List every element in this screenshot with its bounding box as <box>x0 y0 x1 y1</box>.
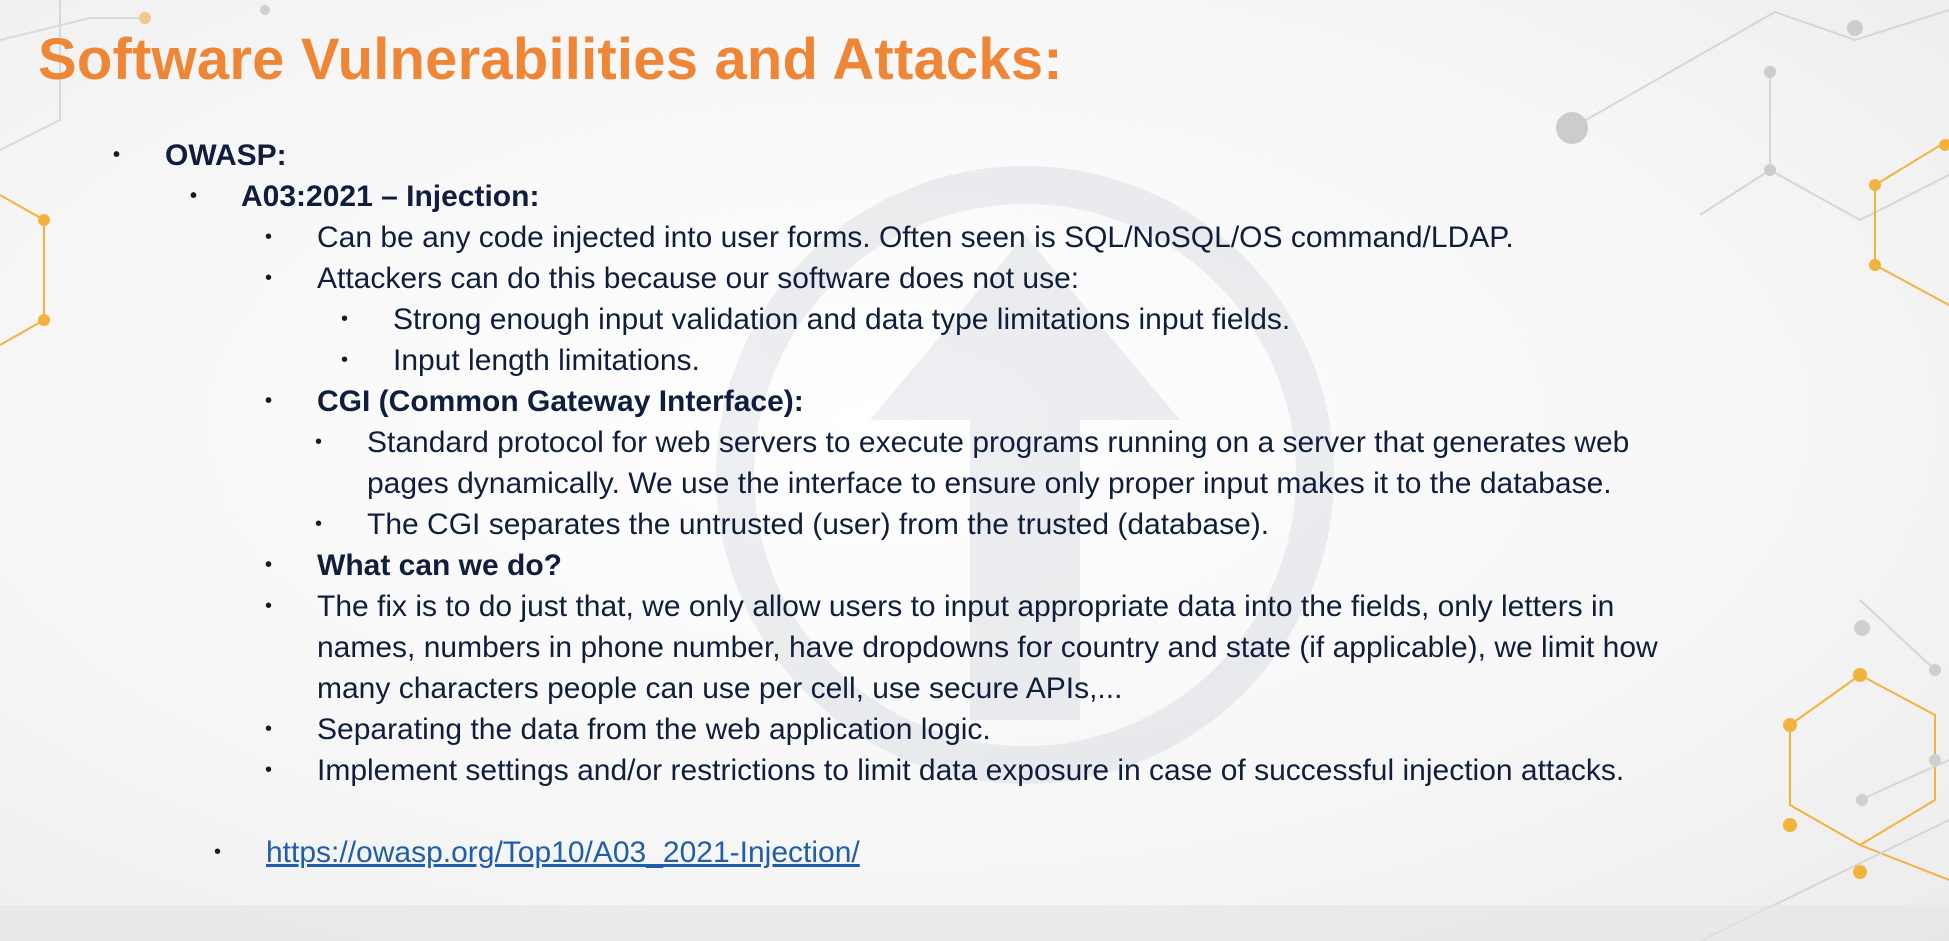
list-item: • Strong enough input validation and dat… <box>341 299 1290 340</box>
bullet-dot-icon: • <box>265 267 273 289</box>
hexagon-decoration-left <box>0 194 50 346</box>
bullet-dot-icon: • <box>265 759 273 781</box>
bullet-dot-icon: • <box>341 308 349 330</box>
list-item: • Input length limitations. <box>341 340 700 381</box>
bullet-dot-icon: • <box>265 595 273 617</box>
bullet-dot-icon: • <box>341 349 349 371</box>
list-item: • https://owasp.org/Top10/A03_2021-Injec… <box>214 832 860 873</box>
list-item: • Implement settings and/or restrictions… <box>265 750 1624 791</box>
hexagon-decoration-right-bottom <box>1783 668 1949 881</box>
bullet-dot-icon: • <box>190 185 198 207</box>
bullet-dot-icon: • <box>315 431 323 453</box>
list-item-continuation: pages dynamically. We use the interface … <box>367 467 1612 500</box>
list-item: • Attackers can do this because our soft… <box>265 258 1079 299</box>
bullet-dot-icon: • <box>315 513 323 535</box>
slide: Software Vulnerabilities and Attacks: • … <box>0 0 1949 941</box>
list-item: • The CGI separates the untrusted (user)… <box>315 504 1269 545</box>
list-item: • The fix is to do just that, we only al… <box>265 586 1614 627</box>
list-item: • Can be any code injected into user for… <box>265 217 1514 258</box>
list-item: • Separating the data from the web appli… <box>265 709 991 750</box>
bullet-dot-icon: • <box>265 718 273 740</box>
list-item: • What can we do? <box>265 545 562 586</box>
bullet-dot-icon: • <box>265 390 273 412</box>
list-item: • Standard protocol for web servers to e… <box>315 422 1629 463</box>
list-item-continuation: names, numbers in phone number, have dro… <box>317 631 1658 664</box>
list-item: • CGI (Common Gateway Interface): <box>265 381 804 422</box>
network-decoration-top-right <box>1556 9 1949 222</box>
owasp-injection-link[interactable]: https://owasp.org/Top10/A03_2021-Injecti… <box>266 836 860 869</box>
list-item: • A03:2021 – Injection: <box>190 176 539 217</box>
list-item-continuation: many characters people can use per cell,… <box>317 672 1123 705</box>
bullet-dot-icon: • <box>113 144 121 166</box>
hexagon-decoration-right-top <box>1869 139 1949 306</box>
slide-title: Software Vulnerabilities and Attacks: <box>38 27 1063 92</box>
bullet-dot-icon: • <box>265 554 273 576</box>
bullet-dot-icon: • <box>214 841 222 863</box>
bullet-dot-icon: • <box>265 226 273 248</box>
list-item: • OWASP: <box>113 135 287 176</box>
network-decoration-bottom-right <box>1699 599 1949 941</box>
